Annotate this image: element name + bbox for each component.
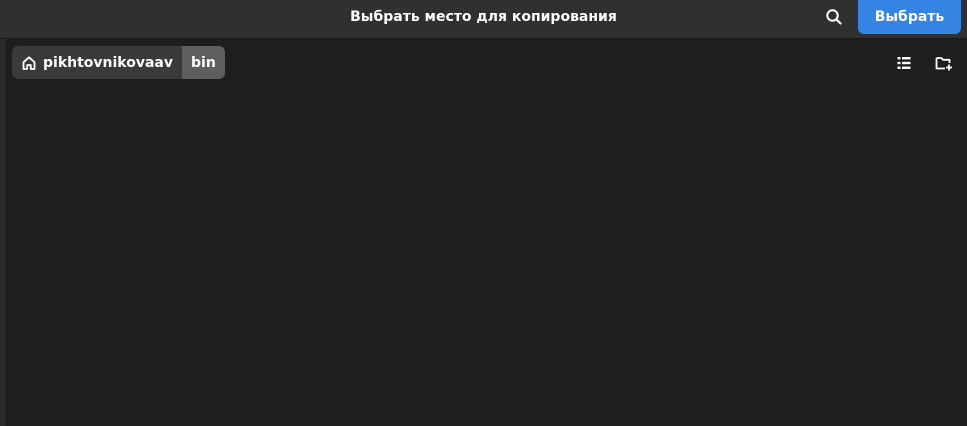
sidebar-edge [0, 39, 7, 426]
file-chooser-window: Выбрать место для копирования Выбрать pi… [0, 0, 967, 426]
new-folder-icon [935, 57, 952, 71]
select-button[interactable]: Выбрать [858, 0, 961, 34]
search-button[interactable] [816, 0, 852, 34]
home-icon [22, 55, 36, 70]
new-folder-button[interactable] [929, 48, 959, 78]
breadcrumb-home-label: pikhtovnikovaav [43, 54, 173, 71]
search-icon [826, 9, 842, 25]
header-bar: Выбрать место для копирования Выбрать [0, 0, 967, 39]
list-view-icon [897, 57, 911, 69]
breadcrumb-current[interactable]: bin [182, 46, 225, 79]
file-list-area[interactable] [7, 86, 967, 426]
breadcrumb-current-label: bin [191, 54, 216, 71]
breadcrumb: pikhtovnikovaav bin [12, 46, 225, 79]
view-toggle-button[interactable] [889, 48, 919, 78]
breadcrumb-home[interactable]: pikhtovnikovaav [12, 46, 182, 79]
